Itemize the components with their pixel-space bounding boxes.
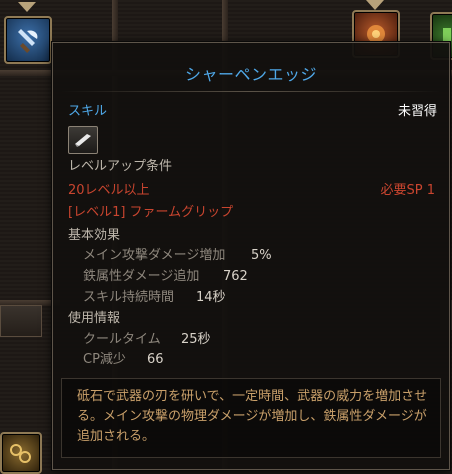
usage-header: 使用情報 (68, 311, 121, 326)
skill-slot-chain[interactable] (0, 432, 42, 474)
arrow-down-icon (366, 0, 384, 10)
background-button[interactable] (0, 305, 42, 337)
effect-value: 5% (251, 248, 272, 263)
effect-value: 14秒 (196, 290, 226, 305)
skill-slot-axe[interactable] (4, 16, 52, 64)
sword-skill-icon (68, 126, 98, 154)
chain-skill-icon (10, 444, 31, 463)
axe-skill-icon (18, 29, 38, 53)
usage-label: CP減少 (83, 352, 126, 367)
arrow-down-icon (18, 2, 36, 12)
requirements-header: レベルアップ条件 (68, 159, 173, 174)
effect-label: スキル持続時間 (83, 290, 175, 305)
usage-label: クールタイム (83, 332, 161, 347)
skill-description: 砥石で武器の刃を研いで、一定時間、武器の威力を増加させる。メイン攻撃の物理ダメー… (77, 389, 428, 444)
title-divider (61, 91, 441, 92)
skill-name: シャーペンエッジ (184, 65, 317, 84)
description-box: 砥石で武器の刃を研いで、一定時間、武器の威力を増加させる。メイン攻撃の物理ダメー… (61, 378, 441, 458)
usage-value: 66 (147, 352, 164, 367)
effect-label: 鉄属性ダメージ追加 (83, 269, 200, 284)
basic-effects-header: 基本効果 (68, 228, 121, 243)
sp-requirement: 必要SP 1 (380, 183, 436, 198)
level-requirement: 20レベル以上 (68, 183, 150, 198)
prerequisite-skill: [レベル1] ファームグリップ (68, 205, 234, 220)
learn-status: 未習得 (397, 104, 437, 119)
usage-value: 25秒 (181, 332, 211, 347)
skill-category: スキル (68, 104, 108, 119)
skill-tooltip: シャーペンエッジ スキル 未習得 レベルアップ条件 20レベル以上 必要SP 1… (52, 42, 450, 470)
effect-value: 762 (223, 269, 248, 284)
effect-label: メイン攻撃ダメージ増加 (83, 248, 226, 263)
